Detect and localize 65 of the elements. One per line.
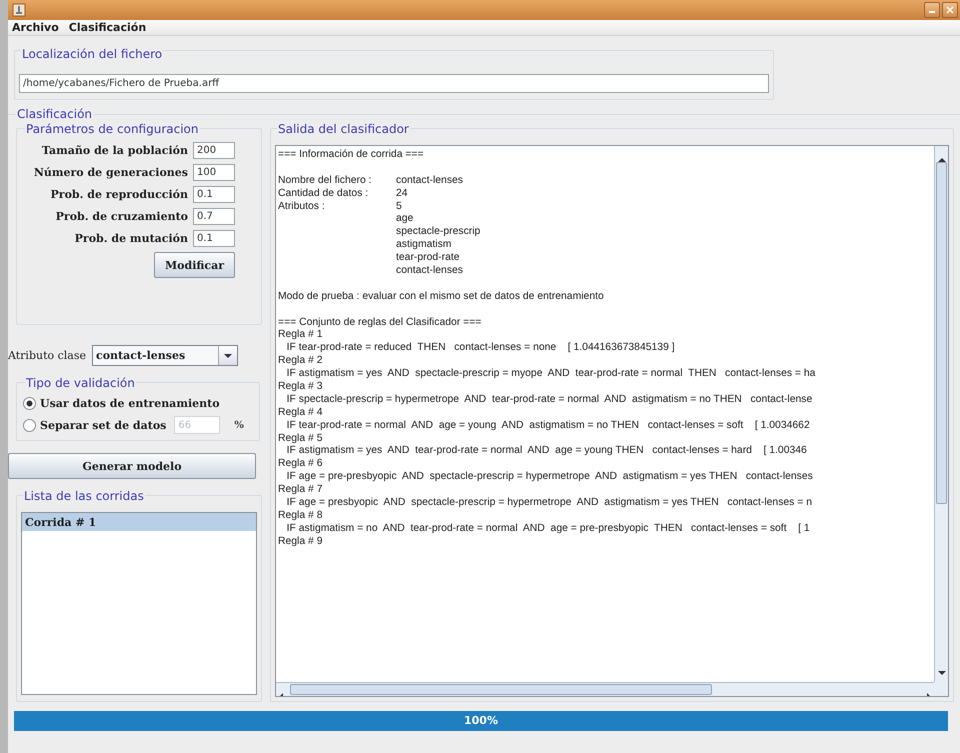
param-label: Número de generaciones	[34, 166, 188, 179]
output-line: IF astigmatism = no AND tear-prod-rate = normal AND age = pre-presbyopic THEN contact-lenses = soft [ 1	[286, 522, 810, 534]
class-attribute-label: Atributo clase	[8, 349, 86, 362]
param-field[interactable]: 0.7	[193, 208, 235, 225]
output-value: 5	[396, 200, 402, 214]
radio-button[interactable]	[23, 397, 36, 410]
output-line: Regla # 1	[278, 329, 322, 340]
output-line: Regla # 3	[278, 381, 322, 392]
scroll-down-icon[interactable]	[938, 670, 946, 676]
output-line: Regla # 9	[278, 536, 322, 547]
output-line: Regla # 2	[278, 355, 322, 366]
output-line: Regla # 8	[278, 510, 322, 521]
file-path-field[interactable]: /home/ycabanes/Fichero de Prueba.arff	[19, 74, 769, 93]
output-value: 24	[396, 188, 408, 201]
radio-label[interactable]: Separar set de datos	[40, 418, 166, 432]
output-line: Regla # 5	[278, 432, 322, 444]
group-title: Tipo de validación	[25, 375, 136, 391]
output-line: === Información de corrida ===	[278, 149, 424, 160]
output-value: tear-prod-rate	[396, 252, 460, 266]
output-line: IF tear-prod-rate = reduced THEN contact-lenses = none [ 1.044163673845139 ]	[286, 342, 675, 354]
minimize-button[interactable]	[924, 2, 940, 18]
output-line: Regla # 6	[278, 458, 322, 470]
output-line: Modo de prueba : evaluar con el mismo set de datos de entrenamiento	[278, 290, 604, 302]
output-line: IF spectacle-prescrip = hypermetrope AND tear-prod-rate = normal AND astigmatism = no THEN contact-lense	[286, 394, 812, 405]
output-line: === Conjunto de reglas del Clasificador ===	[278, 316, 482, 328]
output-line: IF astigmatism = yes AND tear-prod-rate = normal AND age = young THEN contact-lenses = hard [ 1.00346	[286, 445, 807, 456]
close-icon	[946, 6, 954, 14]
vertical-scrollbar[interactable]	[934, 146, 948, 682]
class-attribute-dropdown[interactable]: contact-lenses	[92, 345, 238, 366]
radio-label[interactable]: Usar datos de entrenamiento	[40, 397, 220, 410]
output-value: contact-lenses	[396, 265, 463, 278]
output-line: Regla # 7	[278, 484, 322, 496]
param-label: Prob. de cruzamiento	[56, 210, 188, 223]
param-label: Tamaño de la población	[42, 144, 188, 157]
output-label: Nombre del fichero :	[278, 174, 373, 188]
param-field[interactable]: 0.1	[193, 230, 235, 247]
radio-button[interactable]	[23, 418, 36, 432]
modify-button[interactable]: Modificar	[154, 252, 235, 278]
group-title: Parámetros de configuracion	[25, 121, 200, 137]
horizontal-scrollbar[interactable]	[276, 682, 934, 696]
output-line: IF astigmatism = yes AND spectacle-prescrip = myope AND tear-prod-rate = normal THEN contact-lenses = ha	[286, 368, 816, 380]
output-value: spectacle-prescrip	[396, 226, 480, 240]
param-label: Prob. de reproducción	[50, 188, 188, 201]
param-field[interactable]: 100	[193, 164, 235, 181]
output-value: astigmatism	[396, 239, 452, 252]
output-value: contact-lenses	[396, 174, 463, 188]
run-item[interactable]: Corrida # 1	[22, 513, 256, 531]
output-label: Atributos :	[278, 200, 326, 214]
output-line: IF tear-prod-rate = normal AND age = young AND astigmatism = no THEN contact-lenses = soft [ 1.0034662	[286, 420, 810, 431]
output-line: IF age = pre-presbyopic AND spectacle-prescrip = hypermetrope AND astigmatism = yes THEN contact-lenses	[286, 471, 813, 482]
percent-sign: %	[234, 420, 244, 430]
output-line: IF age = presbyopic AND spectacle-prescrip = hypermetrope AND astigmatism = yes THEN contact-lenses = n	[286, 497, 812, 508]
caret-icon[interactable]	[224, 352, 232, 358]
param-label: Prob. de mutación	[74, 232, 188, 245]
progress-text: 100%	[463, 713, 499, 729]
output-line: Regla # 4	[278, 406, 322, 418]
menu-item[interactable]: Clasificación	[68, 20, 146, 35]
param-field[interactable]: 200	[193, 142, 235, 159]
app-icon	[12, 3, 26, 17]
output-label: Cantidad de datos :	[278, 188, 370, 201]
param-field[interactable]: 0.1	[193, 186, 235, 203]
close-button[interactable]	[942, 2, 958, 18]
menu-item[interactable]: Archivo	[12, 20, 59, 35]
generate-model-button[interactable]: Generar modelo	[8, 453, 256, 479]
output-value: age	[396, 213, 414, 226]
